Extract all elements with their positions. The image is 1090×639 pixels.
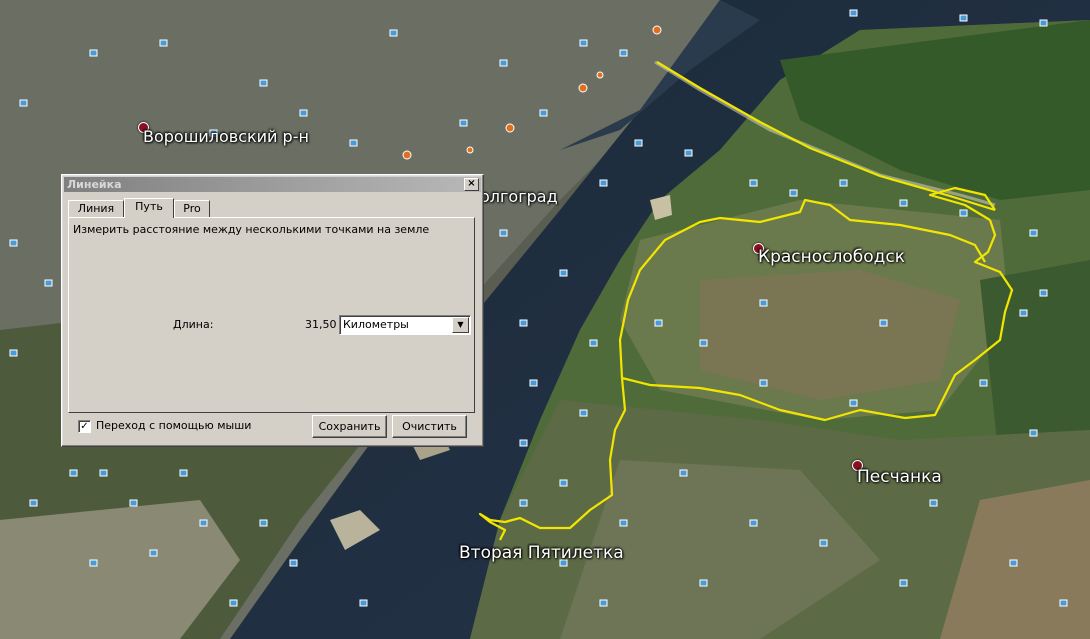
ruler-dialog: Линейка × Линия Путь Pro Измерить рассто… [61, 174, 484, 447]
place-label-voroshilovsky[interactable]: Ворошиловский р-н [143, 127, 309, 146]
chevron-down-icon[interactable]: ▼ [452, 317, 469, 333]
tab-path[interactable]: Путь [124, 198, 174, 218]
tab-pro[interactable]: Pro [174, 200, 210, 217]
tab-line[interactable]: Линия [68, 200, 124, 217]
length-value: 31,50 [305, 318, 337, 331]
clear-button[interactable]: Очистить [392, 415, 467, 438]
place-label-krasnoslobodsk[interactable]: Краснослободск [758, 247, 905, 267]
mouse-nav-checkbox-row[interactable]: ✓ Переход с помощью мыши [78, 419, 251, 433]
ruler-description: Измерить расстояние между несколькими то… [73, 223, 430, 236]
place-label-peschanka[interactable]: Песчанка [857, 467, 942, 487]
close-button[interactable]: × [464, 178, 479, 191]
place-label-volgograd[interactable]: олгоград [480, 187, 558, 206]
length-label: Длина: [173, 318, 214, 331]
save-button[interactable]: Сохранить [312, 415, 387, 438]
place-label-vtoraya-pyatiletka[interactable]: Вторая Пятилетка [459, 543, 624, 563]
ruler-panel: Измерить расстояние между несколькими то… [68, 217, 475, 413]
units-select[interactable]: Километры ▼ [339, 315, 471, 335]
mouse-nav-label: Переход с помощью мыши [96, 419, 252, 432]
ruler-titlebar[interactable]: Линейка × [64, 177, 481, 192]
ruler-title: Линейка [67, 178, 122, 191]
units-selected-value: Километры [343, 318, 409, 331]
mouse-nav-checkbox[interactable]: ✓ [78, 419, 91, 433]
